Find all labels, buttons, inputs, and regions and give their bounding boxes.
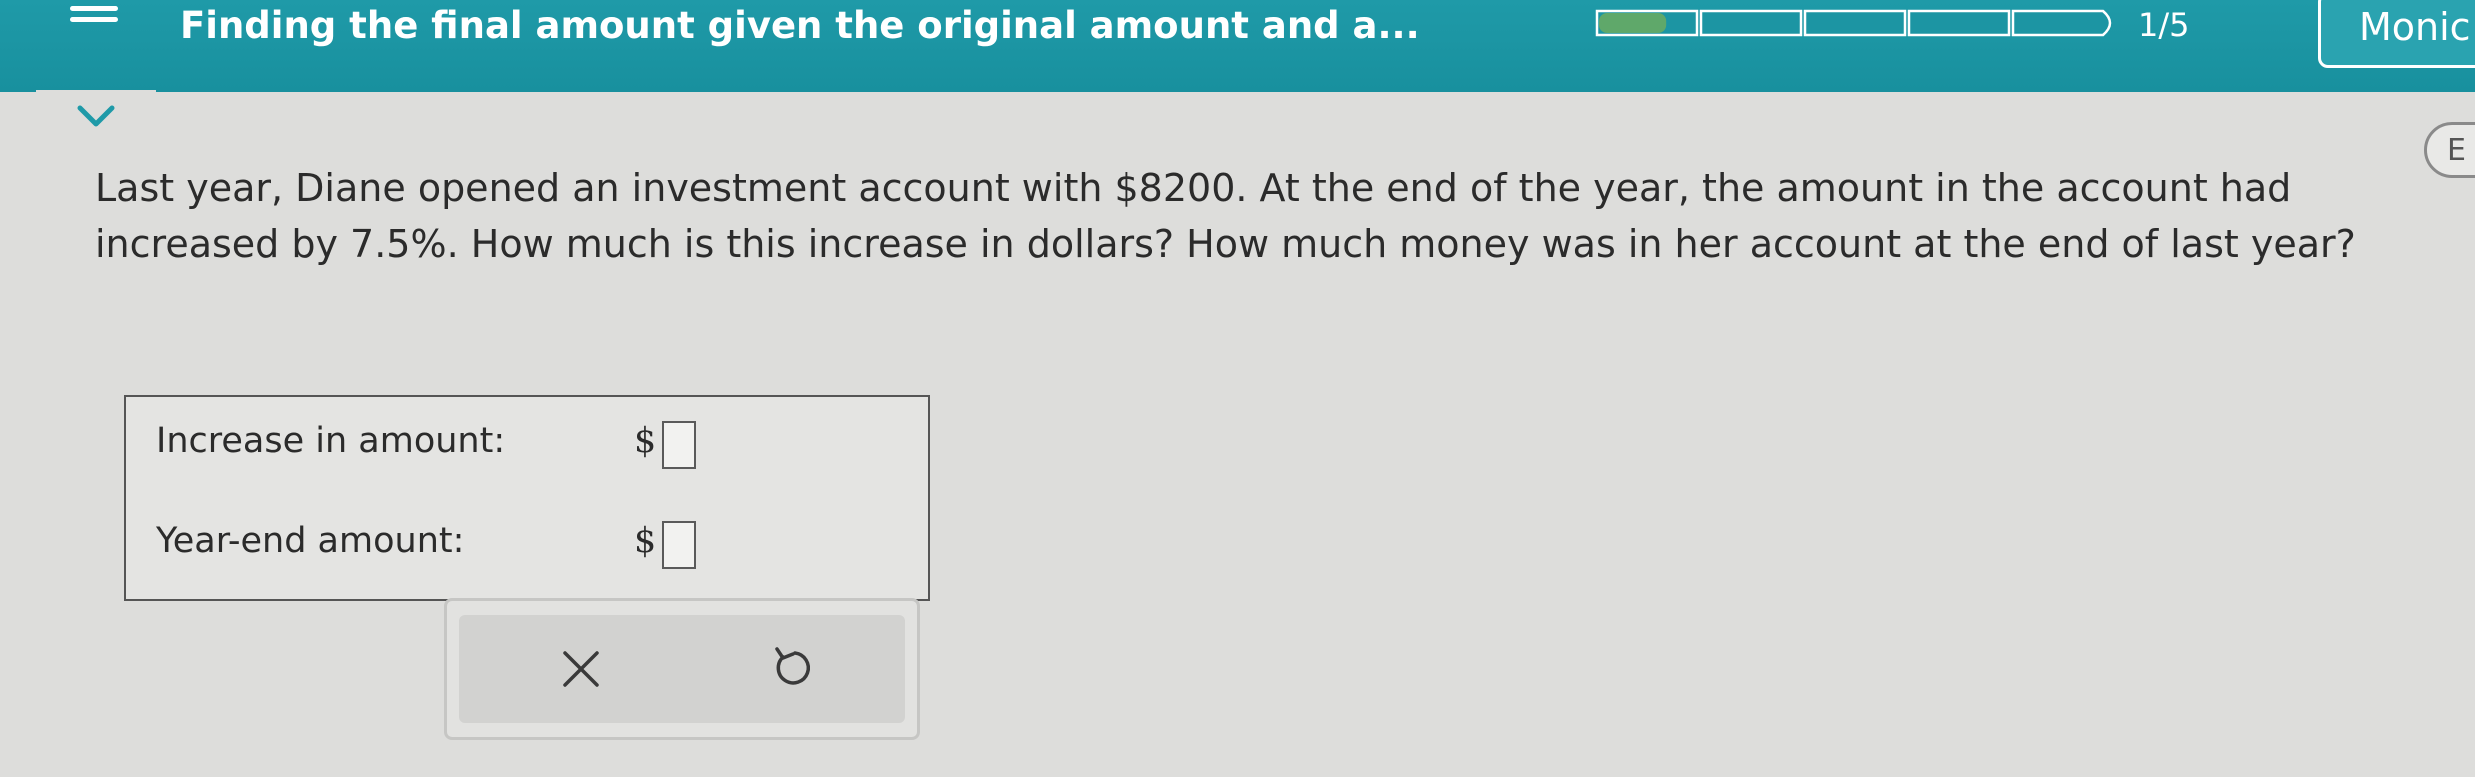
action-tray — [459, 615, 905, 723]
header-bar: Finding the final amount given the origi… — [0, 0, 2475, 92]
progress-count: 1/5 — [2138, 6, 2190, 44]
user-name: Monic — [2359, 5, 2471, 49]
increase-label: Increase in amount: — [156, 421, 506, 461]
chevron-down-icon — [77, 105, 115, 127]
progress-segment — [1907, 9, 2011, 37]
progress-segment — [2011, 9, 2112, 37]
year-end-label: Year-end amount: — [156, 521, 465, 561]
collapse-toggle[interactable] — [36, 90, 156, 148]
menu-icon[interactable] — [70, 0, 118, 22]
currency-symbol: $ — [634, 421, 657, 461]
answer-row-year-end: Year-end amount: $ — [156, 517, 916, 577]
increase-input[interactable] — [662, 421, 696, 469]
explanation-button[interactable]: E — [2424, 122, 2475, 178]
year-end-input[interactable] — [662, 521, 696, 569]
action-panel — [444, 598, 920, 740]
progress-bar — [1595, 9, 2112, 37]
currency-symbol: $ — [634, 521, 657, 561]
progress-fill — [1599, 13, 1667, 33]
x-icon[interactable] — [559, 647, 603, 691]
answer-box: Increase in amount: $ Year-end amount: $ — [124, 395, 930, 601]
user-menu-button[interactable]: Monic — [2318, 0, 2475, 68]
question-text: Last year, Diane opened an investment ac… — [95, 166, 2356, 266]
explanation-label: E — [2447, 133, 2466, 168]
answer-row-increase: Increase in amount: $ — [156, 417, 916, 477]
progress-segment — [1803, 9, 1907, 37]
topic-title: Finding the final amount given the origi… — [180, 4, 1420, 47]
undo-icon[interactable] — [769, 643, 819, 693]
progress-segment — [1699, 9, 1803, 37]
